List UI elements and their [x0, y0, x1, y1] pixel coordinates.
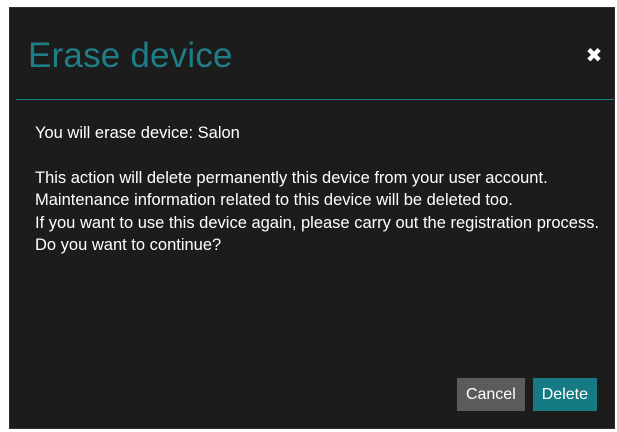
warning-line-1: This action will delete permanently this…	[35, 168, 548, 187]
close-icon[interactable]: ✖	[584, 46, 604, 66]
warning-line-2: Maintenance information related to this …	[35, 191, 513, 209]
erase-device-dialog: Erase device ✖ You will erase device: Sa…	[9, 7, 615, 429]
header-divider	[16, 99, 614, 100]
warning-line-3: If you want to use this device again, pl…	[35, 213, 600, 232]
dialog-body: You will erase device: Salon This action…	[35, 122, 605, 257]
confirm-question: Do you want to continue?	[35, 236, 222, 254]
erase-device-message: You will erase device: Salon	[35, 124, 240, 142]
delete-button[interactable]: Delete	[532, 378, 597, 411]
dialog-footer: Cancel Delete	[456, 378, 597, 411]
screen: Erase device ✖ You will erase device: Sa…	[0, 0, 617, 432]
cancel-button[interactable]: Cancel	[456, 378, 525, 411]
dialog-title: Erase device	[28, 36, 233, 75]
dialog-header: Erase device ✖	[10, 8, 614, 100]
